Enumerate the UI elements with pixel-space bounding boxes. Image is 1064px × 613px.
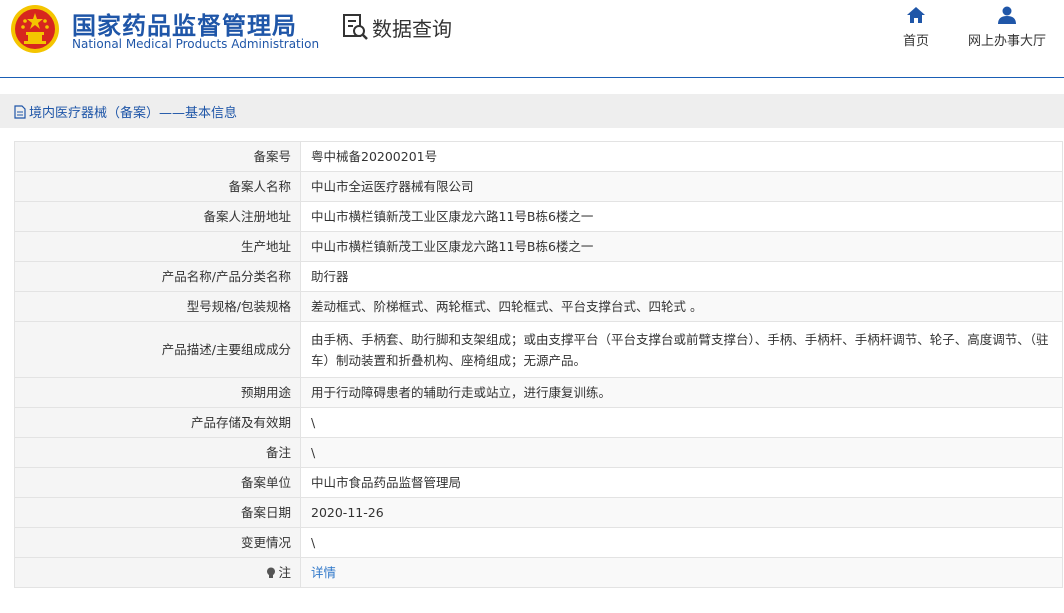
document-search-icon bbox=[343, 14, 368, 40]
data-query-label: 数据查询 bbox=[372, 16, 452, 41]
lightbulb-icon bbox=[267, 567, 276, 578]
row-label: 型号规格/包装规格 bbox=[14, 291, 301, 322]
row-label: 产品存储及有效期 bbox=[14, 407, 301, 438]
section-title: 境内医疗器械（备案）——基本信息 bbox=[14, 102, 237, 121]
row-value: 中山市横栏镇新茂工业区康龙六路11号B栋6楼之一 bbox=[300, 201, 1063, 232]
row-label: 备案人名称 bbox=[14, 171, 301, 202]
table-row: 备案人名称 中山市全运医疗器械有限公司 bbox=[14, 171, 1063, 202]
row-value: 中山市横栏镇新茂工业区康龙六路11号B栋6楼之一 bbox=[300, 231, 1063, 262]
row-value: \ bbox=[300, 527, 1063, 558]
row-value: \ bbox=[300, 437, 1063, 468]
row-label: 备案日期 bbox=[14, 497, 301, 528]
table-row: 备案人注册地址 中山市横栏镇新茂工业区康龙六路11号B栋6楼之一 bbox=[14, 201, 1063, 232]
table-row: 生产地址 中山市横栏镇新茂工业区康龙六路11号B栋6楼之一 bbox=[14, 231, 1063, 262]
row-label: 产品描述/主要组成成分 bbox=[14, 321, 301, 378]
row-value: 助行器 bbox=[300, 261, 1063, 292]
home-icon bbox=[907, 7, 925, 23]
data-query-title: 数据查询 bbox=[340, 12, 452, 42]
nav-online-hall-label: 网上办事大厅 bbox=[967, 34, 1046, 49]
row-value: 2020-11-26 bbox=[300, 497, 1063, 528]
table-row: 产品存储及有效期 \ bbox=[14, 407, 1063, 438]
section-bar: 境内医疗器械（备案）——基本信息 bbox=[0, 94, 1064, 128]
document-icon bbox=[14, 104, 26, 119]
row-value: 中山市食品药品监督管理局 bbox=[300, 467, 1063, 498]
table-row: 产品名称/产品分类名称 助行器 bbox=[14, 261, 1063, 292]
table-row: 备案号 粤中械备20200201号 bbox=[14, 141, 1063, 172]
table-row-note: 注 详情 bbox=[14, 557, 1063, 588]
note-label-cell: 注 bbox=[14, 557, 301, 588]
table-row: 变更情况 \ bbox=[14, 527, 1063, 558]
nav-home-label: 首页 bbox=[902, 34, 929, 49]
nav-home[interactable]: 首页 bbox=[896, 6, 936, 49]
record-info-table: 备案号 粤中械备20200201号 备案人名称 中山市全运医疗器械有限公司 备案… bbox=[14, 141, 1063, 588]
row-label: 备注 bbox=[14, 437, 301, 468]
row-label: 产品名称/产品分类名称 bbox=[14, 261, 301, 292]
user-icon bbox=[998, 6, 1016, 24]
row-label: 备案号 bbox=[14, 141, 301, 172]
table-row: 型号规格/包装规格 差动框式、阶梯框式、两轮框式、四轮框式、平台支撑台式、四轮式… bbox=[14, 291, 1063, 322]
note-value-cell: 详情 bbox=[300, 557, 1063, 588]
table-row: 预期用途 用于行动障碍患者的辅助行走或站立，进行康复训练。 bbox=[14, 377, 1063, 408]
row-label: 备案单位 bbox=[14, 467, 301, 498]
org-name-cn: 国家药品监督管理局 bbox=[72, 12, 297, 40]
header-divider bbox=[0, 77, 1064, 78]
row-label: 备案人注册地址 bbox=[14, 201, 301, 232]
row-value: 粤中械备20200201号 bbox=[300, 141, 1063, 172]
row-label: 变更情况 bbox=[14, 527, 301, 558]
national-emblem-icon bbox=[11, 5, 59, 53]
site-header: 国家药品监督管理局 National Medical Products Admi… bbox=[0, 0, 1064, 78]
row-value: 由手柄、手柄套、助行脚和支架组成；或由支撑平台（平台支撑台或前臂支撑台）、手柄、… bbox=[300, 321, 1063, 378]
row-label: 预期用途 bbox=[14, 377, 301, 408]
table-row: 备案日期 2020-11-26 bbox=[14, 497, 1063, 528]
nav-online-hall[interactable]: 网上办事大厅 bbox=[962, 6, 1052, 49]
table-row: 备案单位 中山市食品药品监督管理局 bbox=[14, 467, 1063, 498]
table-row: 产品描述/主要组成成分 由手柄、手柄套、助行脚和支架组成；或由支撑平台（平台支撑… bbox=[14, 321, 1063, 378]
note-label: 注 bbox=[278, 565, 291, 580]
row-value: \ bbox=[300, 407, 1063, 438]
row-value: 中山市全运医疗器械有限公司 bbox=[300, 171, 1063, 202]
row-value: 用于行动障碍患者的辅助行走或站立，进行康复训练。 bbox=[300, 377, 1063, 408]
org-name-en: National Medical Products Administration bbox=[72, 37, 320, 51]
detail-link[interactable]: 详情 bbox=[311, 565, 336, 580]
row-value: 差动框式、阶梯框式、两轮框式、四轮框式、平台支撑台式、四轮式 。 bbox=[300, 291, 1063, 322]
section-title-text: 境内医疗器械（备案）——基本信息 bbox=[29, 106, 238, 121]
table-row: 备注 \ bbox=[14, 437, 1063, 468]
row-label: 生产地址 bbox=[14, 231, 301, 262]
